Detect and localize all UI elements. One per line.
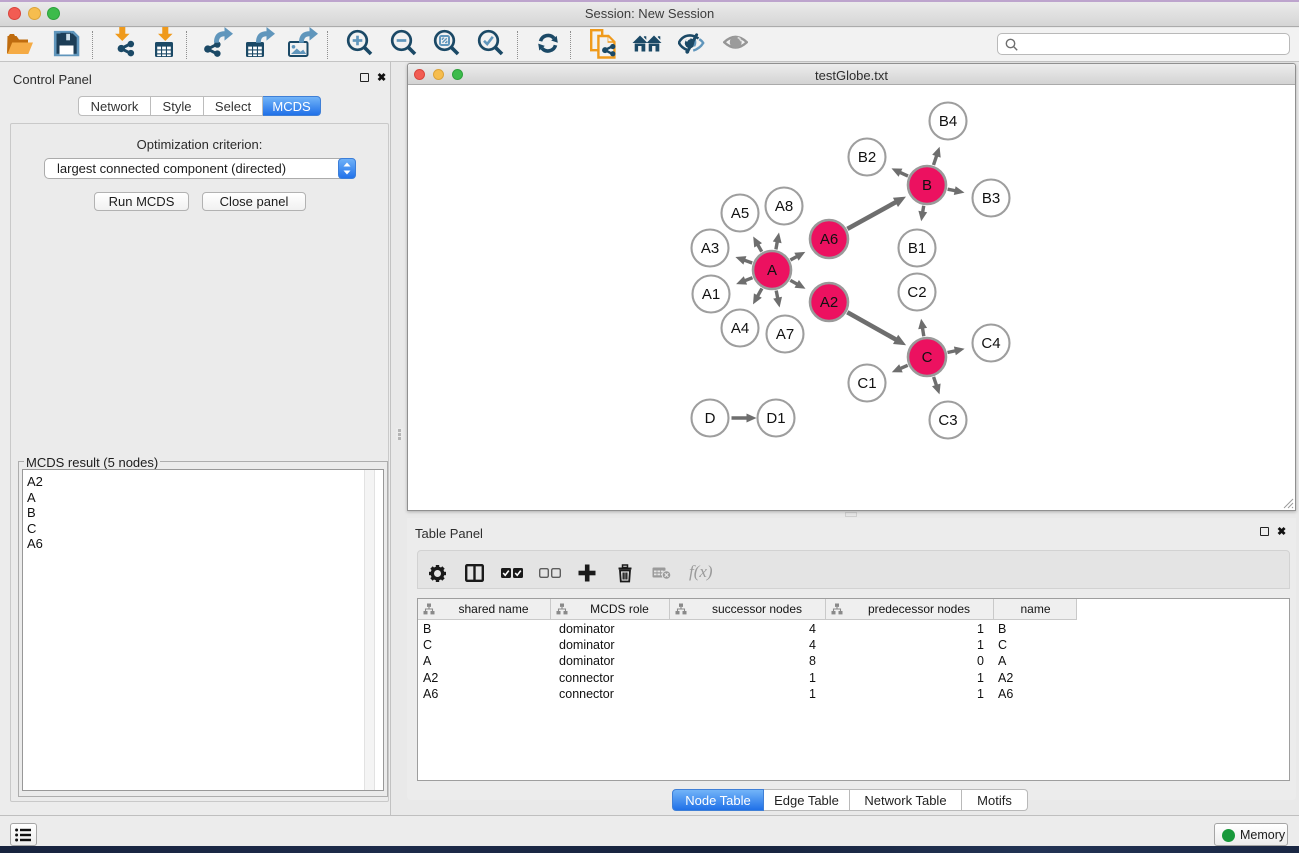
svg-text:C1: C1 (857, 375, 876, 392)
svg-text:C3: C3 (938, 412, 957, 429)
svg-text:C2: C2 (907, 284, 926, 301)
svg-text:A: A (767, 262, 777, 279)
svg-text:A8: A8 (775, 198, 793, 215)
svg-text:C: C (922, 349, 933, 366)
svg-text:A3: A3 (701, 240, 719, 257)
svg-text:A2: A2 (820, 294, 838, 311)
svg-text:D: D (705, 410, 716, 427)
svg-text:B2: B2 (858, 149, 876, 166)
svg-text:B4: B4 (939, 113, 957, 130)
svg-text:B3: B3 (982, 190, 1000, 207)
svg-text:A6: A6 (820, 231, 838, 248)
svg-text:A7: A7 (776, 326, 794, 343)
svg-text:A5: A5 (731, 205, 749, 222)
svg-text:A1: A1 (702, 286, 720, 303)
svg-text:D1: D1 (766, 410, 785, 427)
svg-text:B: B (922, 177, 932, 194)
svg-text:A4: A4 (731, 320, 749, 337)
svg-text:B1: B1 (908, 240, 926, 257)
svg-text:C4: C4 (981, 335, 1000, 352)
